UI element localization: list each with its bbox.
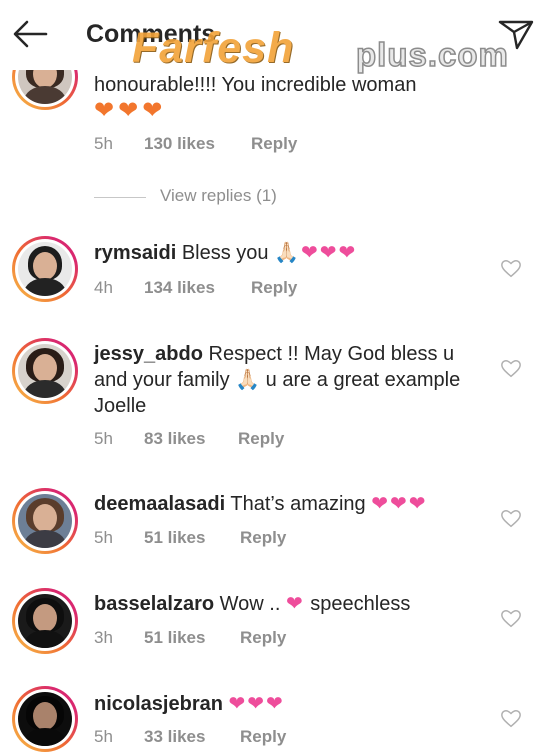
emoji-hearts: ❤❤❤ [94, 97, 167, 124]
watermark-suffix: plus.com [355, 35, 509, 74]
emoji: ❤ [285, 593, 305, 615]
emoji: ❤❤❤ [228, 693, 285, 715]
view-replies-label: View replies (1) [160, 186, 277, 205]
username[interactable]: rymsaidi [94, 242, 176, 264]
reply-button[interactable]: Reply [240, 628, 286, 647]
emoji: 🙏🏻 [235, 369, 261, 391]
top-bar: Comments Farfesh plus.com [0, 0, 560, 74]
comment-time: 5h [94, 528, 113, 547]
emoji: 🙏🏻❤❤❤ [274, 242, 358, 264]
comment-time: 5h [94, 134, 113, 153]
divider [94, 197, 146, 198]
comment-body: Wow .. [219, 593, 281, 615]
avatar[interactable] [12, 236, 78, 302]
comment-time: 5h [94, 429, 113, 448]
comment-body-continued: speechless [310, 593, 411, 615]
avatar[interactable] [12, 488, 78, 554]
like-heart-icon[interactable] [500, 508, 522, 530]
watermark-brand: Farfesh [132, 24, 295, 72]
avatar[interactable] [12, 588, 78, 654]
likes-count[interactable]: 51 likes [144, 628, 240, 648]
comment-text: nicolasjebran ❤❤❤ [94, 691, 474, 717]
avatar[interactable] [12, 338, 78, 404]
reply-button[interactable]: Reply [240, 727, 286, 746]
back-arrow-icon[interactable] [10, 14, 50, 54]
avatar[interactable] [12, 686, 78, 752]
likes-count[interactable]: 134 likes [144, 278, 251, 298]
comment-time: 5h [94, 727, 113, 746]
comment-meta: 5h 33 likes Reply [94, 727, 286, 747]
likes-count[interactable]: 33 likes [144, 727, 240, 747]
reply-button[interactable]: Reply [238, 429, 284, 448]
comment-meta: 5h 51 likes Reply [94, 528, 286, 548]
likes-count[interactable]: 83 likes [144, 429, 238, 449]
comment-time: 4h [94, 278, 113, 297]
reply-button[interactable]: Reply [240, 528, 286, 547]
comment-meta: 5h 83 likes Reply [94, 429, 284, 449]
reply-button[interactable]: Reply [251, 134, 297, 153]
comment-body: honourable!!!! You incredible woman [94, 74, 417, 96]
likes-count[interactable]: 130 likes [144, 134, 251, 154]
comment-time: 3h [94, 628, 113, 647]
like-heart-icon[interactable] [500, 258, 522, 280]
view-replies-button[interactable]: View replies (1) [94, 186, 344, 208]
comment-text: rymsaidi Bless you 🙏🏻❤❤❤ [94, 240, 474, 266]
like-heart-icon[interactable] [500, 708, 522, 730]
username[interactable]: nicolasjebran [94, 693, 223, 715]
comment-body: That’s amazing [230, 493, 366, 515]
comment-text: deemaalasadi That’s amazing ❤❤❤ [94, 491, 474, 517]
likes-count[interactable]: 51 likes [144, 528, 240, 548]
like-heart-icon[interactable] [500, 358, 522, 380]
comment-text: basselalzaro Wow .. ❤ speechless [94, 591, 474, 617]
comment-meta: 4h 134 likes Reply [94, 278, 297, 298]
comment-body: Bless you [181, 242, 269, 264]
comment-meta: 3h 51 likes Reply [94, 628, 286, 648]
comment-text: jessy_abdo Respect !! May God bless u an… [94, 341, 474, 419]
username[interactable]: jessy_abdo [94, 343, 203, 365]
reply-button[interactable]: Reply [251, 278, 297, 297]
like-heart-icon[interactable] [500, 608, 522, 630]
emoji: ❤❤❤ [371, 493, 428, 515]
comment-meta: 5h 130 likes Reply [94, 134, 297, 154]
username[interactable]: basselalzaro [94, 593, 214, 615]
username[interactable]: deemaalasadi [94, 493, 225, 515]
comment-text: honourable!!!! You incredible woman ❤❤❤ [94, 72, 474, 125]
